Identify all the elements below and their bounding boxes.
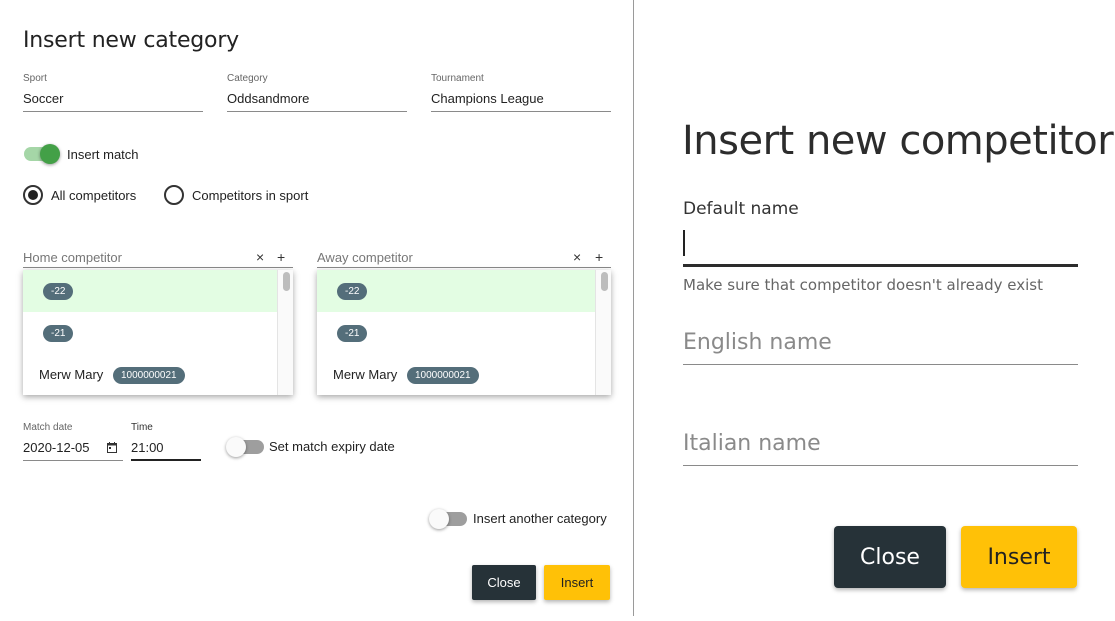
toggle-knob <box>40 144 60 164</box>
default-name-underline <box>683 264 1078 267</box>
home-competitor-input[interactable]: Home competitor × + <box>23 249 293 268</box>
sport-label: Sport <box>23 73 47 84</box>
clear-icon[interactable]: × <box>573 249 581 265</box>
add-icon[interactable]: + <box>277 249 285 265</box>
text-caret <box>683 230 685 256</box>
italian-name-input[interactable]: Italian name <box>683 431 821 456</box>
clear-icon[interactable]: × <box>256 249 264 265</box>
away-competitor-list: -22 -21 Merw Mary 1000000021 <box>317 270 611 395</box>
match-date-field[interactable]: Match date 2020-12-05 <box>23 422 123 461</box>
list-item[interactable]: -22 <box>317 270 611 312</box>
toggle-knob <box>226 437 246 457</box>
insert-match-toggle[interactable] <box>24 144 60 164</box>
scrollbar[interactable] <box>595 270 611 395</box>
sport-field[interactable]: Sport Soccer <box>23 73 203 112</box>
list-item[interactable]: Merw Mary 1000000021 <box>23 354 293 395</box>
home-competitor-list: -22 -21 Merw Mary 1000000021 <box>23 270 293 395</box>
list-item[interactable]: Merw Mary 1000000021 <box>317 354 611 395</box>
list-item[interactable]: -21 <box>317 312 611 354</box>
sport-value: Soccer <box>23 91 64 106</box>
category-label: Category <box>227 73 268 84</box>
category-field[interactable]: Category Oddsandmore <box>227 73 407 112</box>
scrollbar[interactable] <box>277 270 293 395</box>
competitor-id-badge: -21 <box>337 325 368 342</box>
dialog-gap <box>0 616 634 621</box>
scrollbar-thumb[interactable] <box>601 272 608 291</box>
competitor-name: Merw Mary <box>333 367 398 382</box>
competitor-id-badge: -22 <box>43 283 74 300</box>
competitors-in-sport-label: Competitors in sport <box>192 188 309 203</box>
competitors-in-sport-radio[interactable] <box>164 185 184 205</box>
away-competitor-input[interactable]: Away competitor × + <box>317 249 611 268</box>
tournament-label: Tournament <box>431 73 484 84</box>
category-value: Oddsandmore <box>227 91 310 106</box>
scrollbar-thumb[interactable] <box>283 272 290 291</box>
default-name-input[interactable] <box>683 225 1078 268</box>
expiry-date-label: Set match expiry date <box>269 439 395 454</box>
all-competitors-radio[interactable] <box>23 185 43 205</box>
competitor-id-badge: 1000000021 <box>407 367 479 384</box>
match-date-value: 2020-12-05 <box>23 440 90 455</box>
competitor-id-badge: 1000000021 <box>113 367 185 384</box>
list-item[interactable]: -22 <box>23 270 293 312</box>
add-icon[interactable]: + <box>595 249 603 265</box>
competitor-name: Merw Mary <box>39 367 104 382</box>
tournament-field[interactable]: Tournament Champions League <box>431 73 611 112</box>
away-competitor-placeholder: Away competitor <box>317 250 413 265</box>
all-competitors-label: All competitors <box>51 188 137 203</box>
time-field[interactable]: Time 21:00 <box>131 422 201 461</box>
default-name-hint: Make sure that competitor doesn't alread… <box>683 276 1044 294</box>
list-item[interactable]: -21 <box>23 312 293 354</box>
competitor-insert-button[interactable]: Insert <box>961 526 1077 588</box>
time-label: Time <box>131 422 153 433</box>
competitor-id-badge: -22 <box>337 283 368 300</box>
competitor-close-button[interactable]: Close <box>834 526 946 588</box>
toggle-knob <box>429 509 449 529</box>
insert-button[interactable]: Insert <box>544 565 610 600</box>
category-dialog-title: Insert new category <box>23 28 239 53</box>
home-competitor-placeholder: Home competitor <box>23 250 122 265</box>
english-name-input[interactable]: English name <box>683 330 832 355</box>
insert-another-label: Insert another category <box>473 511 607 526</box>
match-date-label: Match date <box>23 422 73 433</box>
close-button[interactable]: Close <box>472 565 536 600</box>
english-name-underline <box>683 364 1078 365</box>
expiry-date-toggle[interactable] <box>226 437 264 457</box>
time-value: 21:00 <box>131 440 164 455</box>
tournament-value: Champions League <box>431 91 544 106</box>
italian-name-underline <box>683 465 1078 466</box>
insert-match-label: Insert match <box>67 147 139 162</box>
insert-another-toggle[interactable] <box>429 509 467 529</box>
competitor-dialog-title: Insert new competitor <box>682 118 1114 164</box>
default-name-label: Default name <box>683 199 799 219</box>
calendar-icon[interactable] <box>107 442 117 453</box>
competitor-id-badge: -21 <box>43 325 74 342</box>
